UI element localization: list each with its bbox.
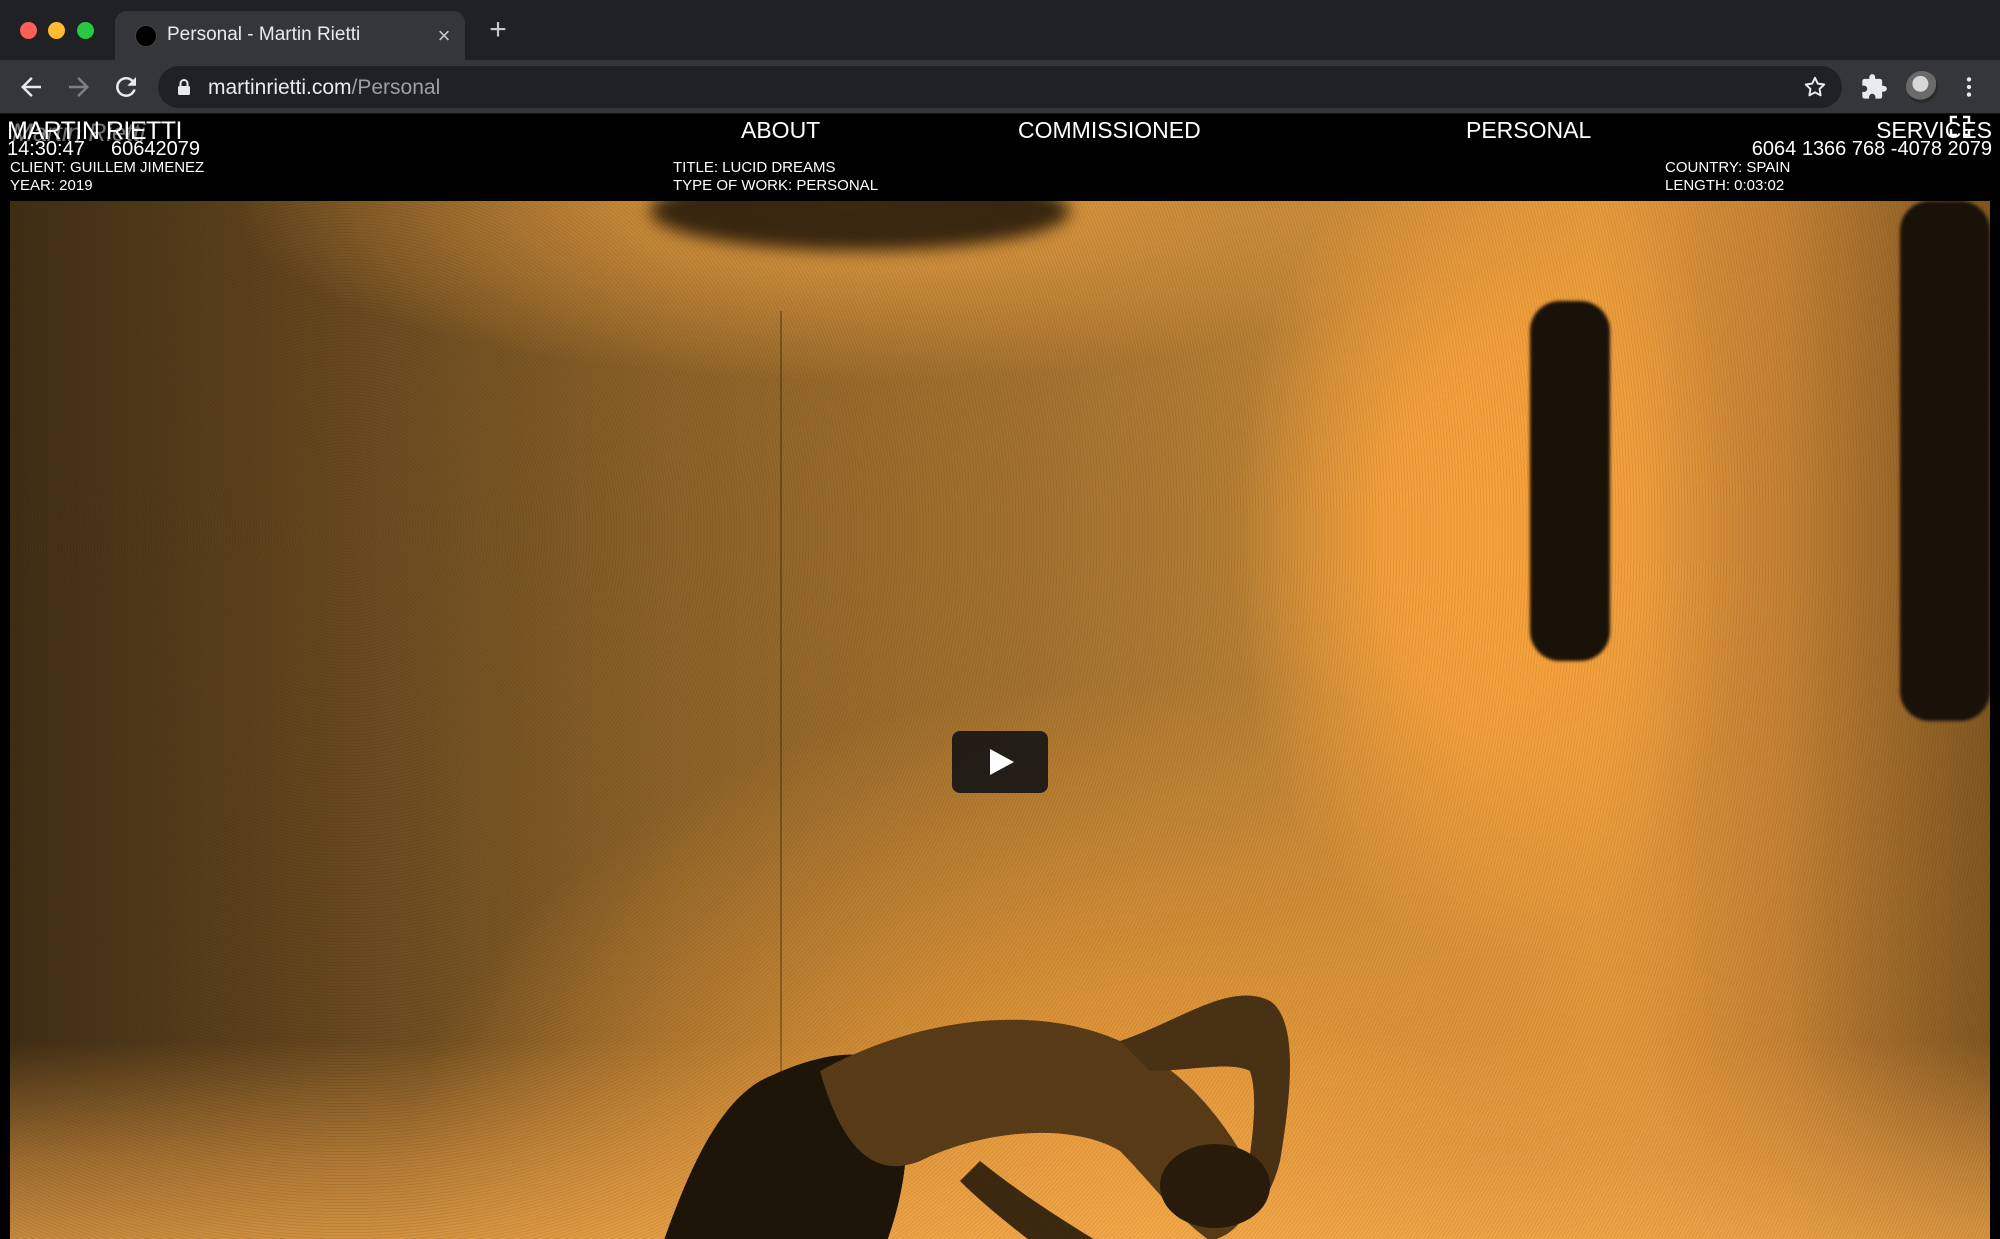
new-tab-button[interactable]: + [484,15,512,45]
clock-display: 14:30:47 [7,138,85,160]
meta-client-year: CLIENT: GUILLEM JIMENEZ YEAR: 2019 [10,159,204,195]
profile-avatar[interactable] [1906,71,1938,103]
browser-tab-active[interactable]: Personal - Martin Rietti × [115,11,465,60]
close-window-button[interactable] [20,22,37,39]
close-tab-icon[interactable]: × [433,25,455,47]
extensions-puzzle-icon[interactable] [1860,73,1888,101]
video-grain-overlay [10,201,1990,1239]
forward-icon[interactable] [64,72,94,102]
url-host: martinrietti.com [208,76,352,99]
project-year: YEAR: 2019 [10,177,93,194]
counter-left: 60642079 [111,138,200,160]
nav-commissioned[interactable]: COMMISSIONED [1018,117,1201,144]
browser-titlebar: Personal - Martin Rietti × + [0,0,2000,60]
browser-toolbar: martinrietti.com/Personal [0,60,2000,114]
project-type-of-work: TYPE OF WORK: PERSONAL [673,177,879,194]
play-button[interactable] [952,731,1048,793]
back-icon[interactable] [16,72,46,102]
browser-menu-icon[interactable] [1956,73,1982,101]
project-length: LENGTH: 0:03:02 [1665,177,1785,194]
reload-icon[interactable] [111,72,141,102]
url-text: martinrietti.com/Personal [208,76,440,100]
project-title: TITLE: LUCID DREAMS [673,159,836,176]
counter-right: 6064 1366 768 -4078 2079 [1751,138,1992,160]
tab-title: Personal - Martin Rietti [167,24,361,45]
play-icon [990,749,1014,775]
url-path: /Personal [351,76,441,99]
meta-country-length: COUNTRY: SPAIN LENGTH: 0:03:02 [1665,159,1790,195]
project-client: CLIENT: GUILLEM JIMENEZ [10,159,205,176]
fullscreen-icon[interactable] [1949,115,1971,137]
lock-icon [178,79,190,95]
maximize-window-button[interactable] [77,22,94,39]
meta-title-type: TITLE: LUCID DREAMS TYPE OF WORK: PERSON… [673,159,878,195]
favicon-icon [135,25,157,47]
site-header: Martin Rietti MARTIN RIETTI ABOUT COMMIS… [0,115,2000,201]
address-bar[interactable]: martinrietti.com/Personal [158,66,1842,108]
nav-about[interactable]: ABOUT [741,117,820,144]
bookmark-star-icon[interactable] [1802,74,1828,100]
minimize-window-button[interactable] [48,22,65,39]
video-player[interactable] [10,201,1990,1239]
project-country: COUNTRY: SPAIN [1665,159,1791,176]
page-content: Martin Rietti MARTIN RIETTI ABOUT COMMIS… [0,115,2000,1239]
nav-personal[interactable]: PERSONAL [1466,117,1591,144]
